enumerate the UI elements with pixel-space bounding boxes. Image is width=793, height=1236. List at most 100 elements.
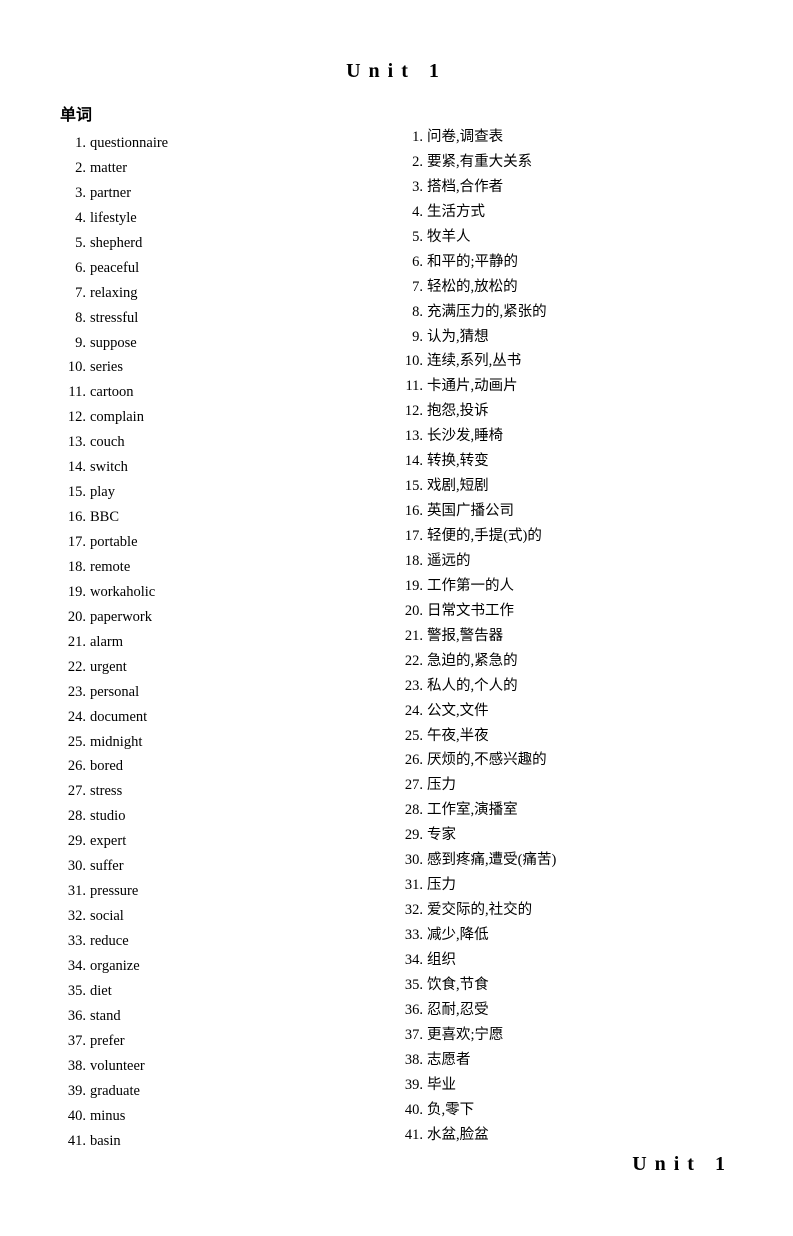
meaning-item: 41.水盆,脸盆 [393,1123,733,1148]
meaning-text: 认为,猜想 [427,325,733,350]
word-item: 40.minus [60,1104,373,1129]
meaning-text: 遥远的 [427,549,733,574]
word-number: 5. [60,231,86,256]
word-number: 24. [60,705,86,730]
meaning-item: 33.减少,降低 [393,923,733,948]
word-text: minus [90,1104,373,1129]
word-number: 31. [60,879,86,904]
word-item: 21.alarm [60,630,373,655]
meaning-item: 3.搭档,合作者 [393,175,733,200]
word-number: 3. [60,181,86,206]
word-number: 6. [60,256,86,281]
word-item: 17.portable [60,530,373,555]
meaning-text: 工作室,演播室 [427,798,733,823]
words-list: 1.questionnaire2.matter3.partner4.lifest… [60,131,373,1153]
word-number: 17. [60,530,86,555]
meaning-text: 私人的,个人的 [427,674,733,699]
meaning-text: 厌烦的,不感兴趣的 [427,748,733,773]
meaning-text: 戏剧,短剧 [427,474,733,499]
meaning-number: 31. [393,873,423,898]
word-text: questionnaire [90,131,373,156]
meaning-text: 英国广播公司 [427,499,733,524]
word-text: social [90,904,373,929]
meaning-item: 28.工作室,演播室 [393,798,733,823]
meaning-item: 15.戏剧,短剧 [393,474,733,499]
word-item: 2.matter [60,156,373,181]
word-number: 9. [60,331,86,356]
meaning-number: 19. [393,574,423,599]
meaning-item: 16.英国广播公司 [393,499,733,524]
word-text: portable [90,530,373,555]
word-text: couch [90,430,373,455]
meaning-text: 志愿者 [427,1048,733,1073]
meaning-item: 12.抱怨,投诉 [393,399,733,424]
meaning-text: 压力 [427,773,733,798]
word-text: remote [90,555,373,580]
meaning-number: 12. [393,399,423,424]
meaning-text: 毕业 [427,1073,733,1098]
meaning-text: 专家 [427,823,733,848]
meaning-number: 9. [393,325,423,350]
word-number: 11. [60,380,86,405]
meaning-text: 卡通片,动画片 [427,374,733,399]
word-number: 33. [60,929,86,954]
word-item: 33.reduce [60,929,373,954]
meaning-text: 牧羊人 [427,225,733,250]
meaning-number: 35. [393,973,423,998]
meaning-number: 39. [393,1073,423,1098]
word-text: play [90,480,373,505]
meaning-text: 轻松的,放松的 [427,275,733,300]
meaning-text: 日常文书工作 [427,599,733,624]
meaning-item: 35.饮食,节食 [393,973,733,998]
word-number: 34. [60,954,86,979]
meaning-number: 4. [393,200,423,225]
word-number: 16. [60,505,86,530]
word-item: 28.studio [60,804,373,829]
meaning-item: 13.长沙发,睡椅 [393,424,733,449]
word-number: 18. [60,555,86,580]
word-number: 8. [60,306,86,331]
word-number: 7. [60,281,86,306]
meaning-number: 25. [393,724,423,749]
word-item: 6.peaceful [60,256,373,281]
word-item: 22.urgent [60,655,373,680]
meaning-number: 15. [393,474,423,499]
word-text: midnight [90,730,373,755]
meaning-item: 7.轻松的,放松的 [393,275,733,300]
word-number: 27. [60,779,86,804]
word-number: 32. [60,904,86,929]
word-item: 3.partner [60,181,373,206]
word-text: peaceful [90,256,373,281]
word-number: 13. [60,430,86,455]
meaning-number: 11. [393,374,423,399]
meanings-list: 1.问卷,调查表2.要紧,有重大关系3.搭档,合作者4.生活方式5.牧羊人6.和… [393,125,733,1147]
meaning-text: 充满压力的,紧张的 [427,300,733,325]
word-item: 39.graduate [60,1079,373,1104]
word-item: 12.complain [60,405,373,430]
word-item: 29.expert [60,829,373,854]
word-item: 18.remote [60,555,373,580]
meaning-number: 30. [393,848,423,873]
meaning-item: 32.爱交际的,社交的 [393,898,733,923]
meaning-item: 30.感到疼痛,遭受(痛苦) [393,848,733,873]
meaning-number: 3. [393,175,423,200]
word-text: studio [90,804,373,829]
meaning-item: 39.毕业 [393,1073,733,1098]
meaning-item: 11.卡通片,动画片 [393,374,733,399]
meaning-item: 31.压力 [393,873,733,898]
word-number: 40. [60,1104,86,1129]
word-number: 38. [60,1054,86,1079]
word-number: 23. [60,680,86,705]
meaning-item: 17.轻便的,手提(式)的 [393,524,733,549]
word-item: 38.volunteer [60,1054,373,1079]
meaning-number: 1. [393,125,423,150]
meaning-text: 爱交际的,社交的 [427,898,733,923]
word-text: document [90,705,373,730]
meaning-item: 27.压力 [393,773,733,798]
word-item: 5.shepherd [60,231,373,256]
meaning-text: 问卷,调查表 [427,125,733,150]
word-item: 19.workaholic [60,580,373,605]
meaning-item: 6.和平的;平静的 [393,250,733,275]
bottom-title: Unit 1 [393,1153,733,1176]
word-text: personal [90,680,373,705]
